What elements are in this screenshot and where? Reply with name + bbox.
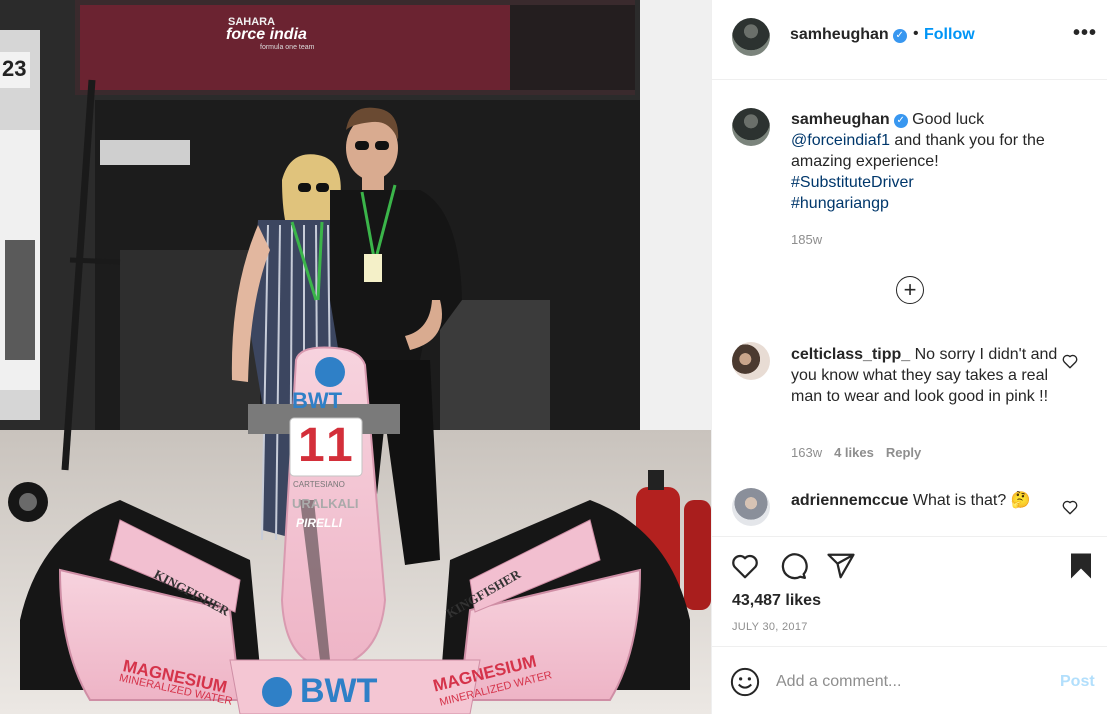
comment-input[interactable]	[776, 667, 1036, 697]
verified-icon: ✓	[892, 29, 907, 43]
nose-sponsor-bwt: BWT	[292, 388, 343, 413]
load-more-icon[interactable]: +	[896, 276, 924, 304]
car-number: 11	[298, 419, 357, 472]
avatar[interactable]	[732, 18, 770, 56]
caption-username[interactable]: samheughan	[791, 111, 890, 128]
garage-number: 23	[2, 56, 27, 81]
caption-hashtag[interactable]: #hungariangp	[791, 195, 889, 212]
comment-likes[interactable]: 4 likes	[834, 445, 874, 460]
comment-body: What is that?	[912, 492, 1007, 509]
emoji-icon[interactable]	[730, 667, 760, 697]
more-icon[interactable]: •••	[1073, 22, 1097, 45]
heart-icon[interactable]	[1061, 498, 1079, 516]
follow-button[interactable]: Follow	[924, 26, 975, 44]
heart-icon[interactable]	[1061, 352, 1079, 370]
comment-timestamp: 163w	[791, 445, 823, 460]
heart-icon[interactable]	[730, 551, 760, 581]
post-date: JULY 30, 2017	[732, 621, 808, 633]
comment-text: celticlass_tipp_ No sorry I didn't and y…	[791, 344, 1069, 407]
avatar[interactable]	[732, 108, 770, 146]
team-sign-formula: formula one team	[260, 44, 315, 51]
photo-scene	[0, 0, 711, 714]
thinking-emoji-icon: 🤔	[1010, 492, 1031, 509]
verified-icon: ✓	[893, 114, 908, 128]
avatar[interactable]	[732, 342, 770, 380]
avatar[interactable]	[732, 488, 770, 526]
caption-timestamp: 185w	[791, 232, 823, 247]
team-sign-force-india: force india	[226, 26, 307, 43]
wing-sponsor-bwt: BWT	[300, 672, 378, 710]
caption-text: samheughan ✓ Good luck @forceindiaf1 and …	[791, 109, 1086, 214]
likes-count[interactable]: 43,487 likes	[732, 592, 821, 610]
nose-sponsor-pirelli: PIRELLI	[296, 516, 343, 530]
instagram-post: 23 SAHARA force india formula one team B…	[0, 0, 1107, 714]
comment-icon[interactable]	[778, 551, 808, 581]
bookmark-icon[interactable]	[1066, 551, 1096, 581]
header-username[interactable]: samheughan	[790, 26, 889, 43]
caption-mention[interactable]: @forceindiaf1	[791, 132, 890, 149]
post-photo[interactable]: 23 SAHARA force india formula one team B…	[0, 0, 711, 714]
comment-meta: 163w 4 likes Reply	[791, 445, 933, 460]
header-separator-dot: •	[913, 25, 919, 42]
post-header: samheughan ✓ • Follow •••	[712, 0, 1107, 80]
caption-hashtag[interactable]: #SubstituteDriver	[791, 174, 914, 191]
nose-sponsor-uralkali: URALKALI	[292, 496, 359, 511]
add-comment-bar: Post	[712, 646, 1107, 714]
post-side-panel: samheughan ✓ • Follow ••• samheughan ✓ Goo…	[711, 0, 1107, 714]
post-actions: 43,487 likes JULY 30, 2017	[712, 536, 1107, 646]
reply-button[interactable]: Reply	[886, 445, 921, 460]
header-username-wrap: samheughan ✓	[790, 26, 907, 44]
comment-username[interactable]: adriennemccue	[791, 492, 908, 509]
comment-text: adriennemccue What is that? 🤔	[791, 490, 1069, 511]
caption-text-part1: Good luck	[912, 111, 985, 128]
nose-sponsor-cartesiano: CARTESIANO	[293, 480, 345, 489]
post-button[interactable]: Post	[1060, 673, 1095, 691]
share-icon[interactable]	[826, 551, 856, 581]
comment-username[interactable]: celticlass_tipp_	[791, 346, 910, 363]
